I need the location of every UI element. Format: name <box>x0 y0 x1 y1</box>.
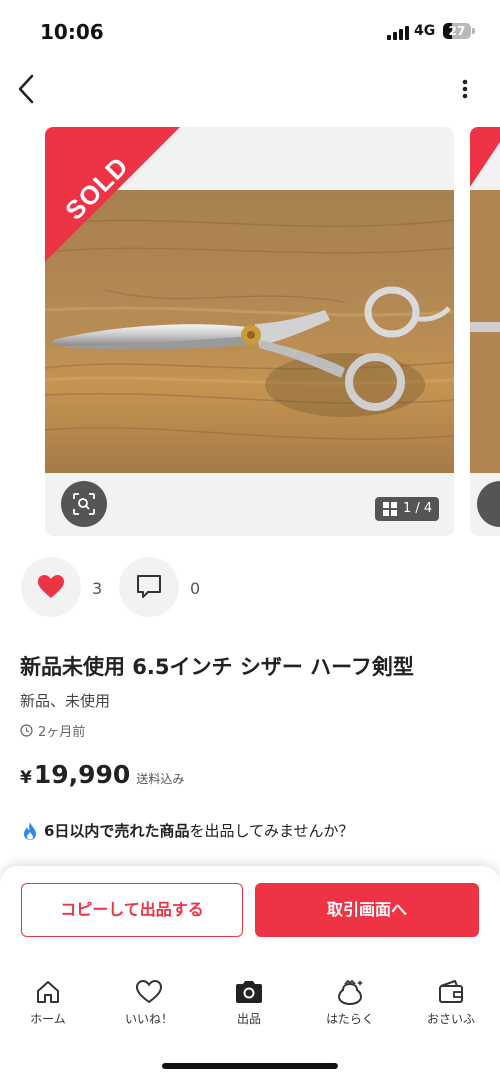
more-options-button[interactable] <box>452 74 478 104</box>
tab-home-label: ホーム <box>30 1012 66 1026</box>
promo-highlight: 6日以内で売れた商品 <box>44 822 190 840</box>
tab-likes-label: いいね！ <box>124 1012 173 1026</box>
wallet-icon <box>439 980 463 1003</box>
posted-time-text: 2ヶ月前 <box>38 725 86 740</box>
network-type: 4G <box>414 23 436 39</box>
currency-symbol: ¥ <box>20 768 32 788</box>
image-counter-text: 1 / 4 <box>403 501 433 516</box>
home-indicator <box>162 1063 338 1069</box>
camera-icon <box>236 981 262 1003</box>
promo-banner[interactable]: 6日以内で売れた商品を出品してみませんか？ <box>22 820 354 841</box>
product-title: 新品未使用 6.5インチ シザー ハーフ剣型 <box>20 655 414 679</box>
like-button[interactable] <box>21 557 81 617</box>
transaction-button[interactable]: 取引画面へ <box>255 883 479 937</box>
tab-sell[interactable]: 出品 <box>204 978 294 1027</box>
status-time: 10:06 <box>40 20 104 44</box>
home-icon <box>37 981 59 1003</box>
price-value: 19,990 <box>33 760 131 789</box>
more-vertical-icon <box>462 79 468 99</box>
product-condition: 新品、未使用 <box>20 692 111 710</box>
like-count: 3 <box>92 579 103 598</box>
product-image-carousel[interactable]: SOLD 1 / 4 <box>45 127 454 536</box>
chevron-left-icon <box>18 74 34 104</box>
tab-home[interactable]: ホーム <box>3 978 93 1027</box>
comment-icon <box>137 575 161 598</box>
tab-work-label: はたらく <box>326 1012 374 1026</box>
promo-text: を出品してみませんか？ <box>189 822 354 840</box>
scan-search-icon <box>73 493 95 515</box>
comment-count: 0 <box>190 579 201 598</box>
status-bar: 10:06 4G 27 <box>0 0 500 62</box>
comment-button[interactable] <box>119 557 179 617</box>
posted-time: 2ヶ月前 <box>20 721 85 740</box>
tab-work[interactable]: はたらく <box>305 978 395 1027</box>
image-search-button[interactable] <box>61 481 107 527</box>
image-counter: 1 / 4 <box>375 497 440 521</box>
battery-icon: 27 <box>443 23 471 39</box>
tab-likes[interactable]: いいね！ <box>104 978 194 1027</box>
copy-listing-button[interactable]: コピーして出品する <box>21 883 243 937</box>
tab-sell-label: 出品 <box>236 1012 261 1026</box>
signal-icon <box>387 26 409 40</box>
price: ¥ 19,990 送料込み <box>20 760 184 789</box>
battery-tip <box>472 28 475 34</box>
clock-icon <box>20 724 33 737</box>
heart-outline-icon <box>135 979 163 1004</box>
work-icon <box>337 979 363 1006</box>
battery-level: 27 <box>448 24 466 38</box>
back-button[interactable] <box>10 70 44 108</box>
grid-icon <box>383 502 397 516</box>
tab-wallet-label: おさいふ <box>426 1012 475 1026</box>
heart-icon <box>38 575 64 598</box>
flame-icon <box>24 821 36 840</box>
tab-wallet[interactable]: おさいふ <box>406 978 496 1027</box>
next-image-preview[interactable] <box>470 127 500 536</box>
shipping-label: 送料込み <box>136 772 185 786</box>
